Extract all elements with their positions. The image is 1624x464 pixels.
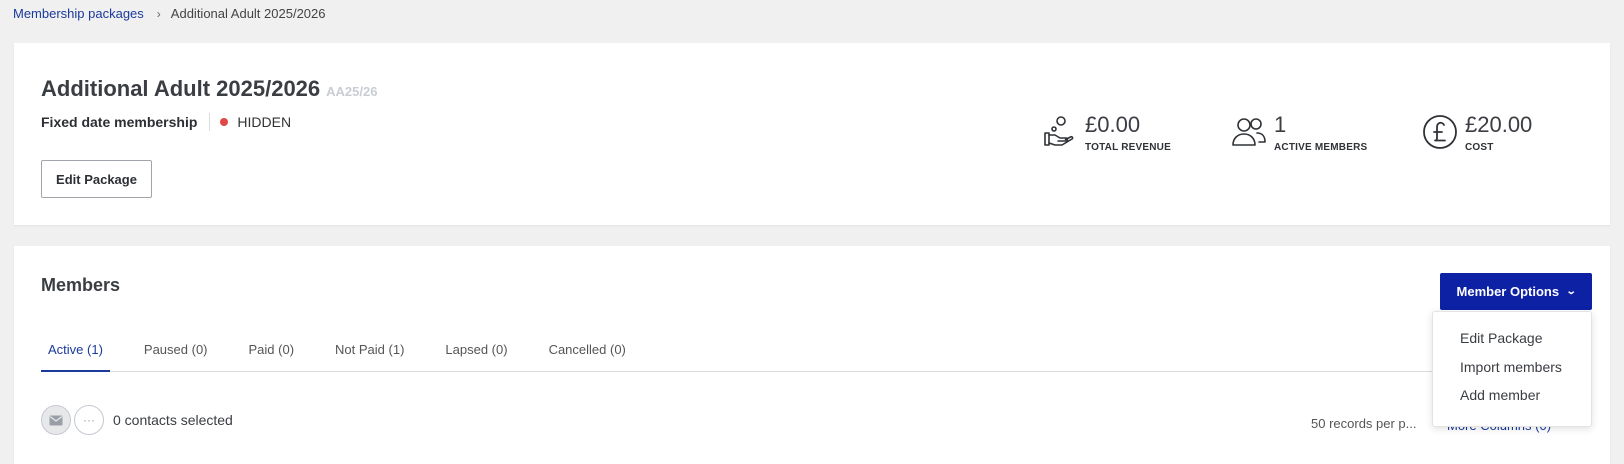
more-dots-icon: ··· (83, 413, 95, 427)
status-badge: HIDDEN (237, 114, 292, 130)
status-dot-icon (220, 118, 229, 126)
divider (209, 113, 211, 131)
member-options-label: Member Options (1456, 284, 1560, 299)
active-members-value: 1 (1274, 112, 1287, 137)
breadcrumb-link-membership-packages[interactable]: Membership packages (13, 6, 144, 21)
total-revenue-label: TOTAL REVENUE (1085, 142, 1171, 153)
hand-coin-icon (1044, 116, 1074, 146)
package-code: AA25/26 (326, 84, 378, 99)
menu-item-edit-package[interactable]: Edit Package (1460, 330, 1543, 346)
tab-paid[interactable]: Paid (0) (242, 334, 302, 372)
more-actions-button[interactable]: ··· (74, 405, 104, 435)
tab-cancelled[interactable]: Cancelled (0) (542, 334, 633, 372)
pound-circle-icon (1423, 115, 1457, 149)
page-title: Additional Adult 2025/2026 AA25/26 (41, 76, 377, 102)
stat-cost: £20.00 COST (1422, 113, 1532, 153)
edit-package-button[interactable]: Edit Package (41, 160, 152, 198)
envelope-icon (49, 415, 63, 425)
users-icon (1232, 118, 1266, 146)
total-revenue-value: £0.00 (1085, 112, 1141, 137)
chevron-down-icon: ⌄ (1565, 286, 1577, 297)
records-per-page[interactable]: 50 records per p... (1311, 416, 1417, 431)
package-title: Additional Adult 2025/2026 (41, 76, 321, 101)
cost-value: £20.00 (1465, 112, 1533, 137)
tab-lapsed[interactable]: Lapsed (0) (438, 334, 514, 372)
cost-label: COST (1465, 142, 1494, 153)
contacts-selected-count: 0 contacts selected (113, 412, 233, 428)
member-options-button[interactable]: Member Options ⌄ (1440, 273, 1592, 310)
breadcrumb-separator: › (156, 6, 161, 21)
stat-active-members: 1 ACTIVE MEMBERS (1231, 113, 1367, 153)
members-card: Members Member Options ⌄ Active (1) Paus… (14, 246, 1610, 464)
menu-item-add-member[interactable]: Add member (1460, 387, 1540, 403)
bulk-actions-bar: ··· 0 contacts selected (41, 405, 233, 435)
members-heading: Members (41, 275, 121, 295)
breadcrumb-current: Additional Adult 2025/2026 (170, 6, 326, 21)
member-tabs: Active (1) Paused (0) Paid (0) Not Paid … (41, 334, 1481, 372)
stat-total-revenue: £0.00 TOTAL REVENUE (1042, 113, 1171, 153)
package-type: Fixed date membership (41, 114, 198, 130)
package-summary-card: Additional Adult 2025/2026 AA25/26 Fixed… (14, 43, 1610, 225)
active-members-label: ACTIVE MEMBERS (1274, 142, 1368, 153)
tab-not-paid[interactable]: Not Paid (1) (328, 334, 411, 372)
member-options-menu: Edit Package Import members Add member (1432, 311, 1592, 427)
package-meta: Fixed date membership HIDDEN (41, 113, 291, 131)
tab-paused[interactable]: Paused (0) (137, 334, 215, 372)
email-button[interactable] (41, 405, 71, 435)
breadcrumb: Membership packages › Additional Adult 2… (13, 6, 325, 21)
menu-item-import-members[interactable]: Import members (1460, 359, 1562, 375)
tab-active[interactable]: Active (1) (41, 334, 110, 372)
